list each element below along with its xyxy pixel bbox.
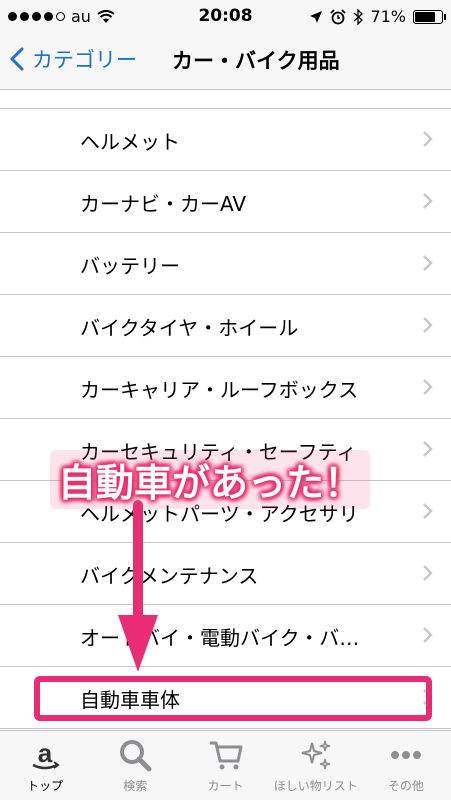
highlight-box xyxy=(34,676,432,721)
tab-more[interactable]: その他 xyxy=(361,731,451,800)
list-item-label: バイクタイヤ・ホイール xyxy=(80,316,299,340)
chevron-right-icon xyxy=(423,131,433,147)
chevron-right-icon xyxy=(423,441,433,457)
tab-bar: a トップ 検索 カート ほしい物リスト その他 xyxy=(0,730,451,800)
list-item-label: オートバイ・電動バイク・バ… xyxy=(80,626,360,650)
list-item[interactable]: ヘルメット xyxy=(0,109,451,171)
tab-label: トップ xyxy=(27,779,64,793)
navigation-bar: カテゴリー カー・バイク用品 xyxy=(0,32,451,90)
bluetooth-icon xyxy=(354,8,364,25)
list-item[interactable]: バイクメンテナンス xyxy=(0,543,451,605)
chevron-right-icon xyxy=(423,255,433,271)
annotation-callout: 自動車があった！ xyxy=(50,450,371,509)
tab-label: 検索 xyxy=(123,779,148,793)
search-icon xyxy=(120,740,152,772)
chevron-right-icon xyxy=(423,627,433,643)
tab-wishlist[interactable]: ほしい物リスト xyxy=(271,731,361,800)
battery-percent: 71% xyxy=(370,7,406,26)
list-item[interactable]: オートバイ・電動バイク・バ… xyxy=(0,605,451,667)
list-item-label: ヘルメット xyxy=(80,130,180,154)
sparkle-icon xyxy=(301,740,330,770)
status-bar: au 20:08 71% xyxy=(0,0,451,32)
alarm-icon xyxy=(330,8,347,24)
location-arrow-icon xyxy=(310,10,323,23)
chevron-left-icon xyxy=(10,47,24,71)
list-item-label: バッテリー xyxy=(80,254,180,278)
list-item[interactable]: カーナビ・カーAV xyxy=(0,171,451,233)
category-list: ヘルメット カーナビ・カーAV バッテリー バイクタイヤ・ホイール カーキャリア… xyxy=(0,90,451,729)
page-title: カー・バイク用品 xyxy=(172,49,340,73)
chevron-right-icon xyxy=(423,193,433,209)
list-item[interactable]: カーキャリア・ルーフボックス xyxy=(0,357,451,419)
svg-text:a: a xyxy=(38,738,53,768)
battery-icon xyxy=(413,9,446,24)
amazon-a-icon: a xyxy=(32,738,60,770)
list-item-label: カーキャリア・ルーフボックス xyxy=(80,378,359,402)
chevron-right-icon xyxy=(423,503,433,519)
tab-label: ほしい物リスト xyxy=(273,779,358,793)
more-icon xyxy=(390,751,421,759)
tab-label: その他 xyxy=(387,779,424,793)
status-right: 71% xyxy=(309,7,446,26)
list-item-label: カーナビ・カーAV xyxy=(80,192,247,216)
cart-icon xyxy=(209,741,242,770)
tab-search[interactable]: 検索 xyxy=(90,731,180,800)
tab-top[interactable]: a トップ xyxy=(0,731,90,800)
list-item[interactable]: バッテリー xyxy=(0,233,451,295)
list-header-gap xyxy=(0,90,451,109)
tab-cart[interactable]: カート xyxy=(180,731,270,800)
list-item-label: バイクメンテナンス xyxy=(80,564,259,588)
back-button[interactable]: カテゴリー xyxy=(10,44,137,74)
tab-label: カート xyxy=(207,779,244,793)
chevron-right-icon xyxy=(423,379,433,395)
chevron-right-icon xyxy=(423,565,433,581)
list-item[interactable]: バイクタイヤ・ホイール xyxy=(0,295,451,357)
back-button-label: カテゴリー xyxy=(32,48,137,72)
chevron-right-icon xyxy=(423,317,433,333)
